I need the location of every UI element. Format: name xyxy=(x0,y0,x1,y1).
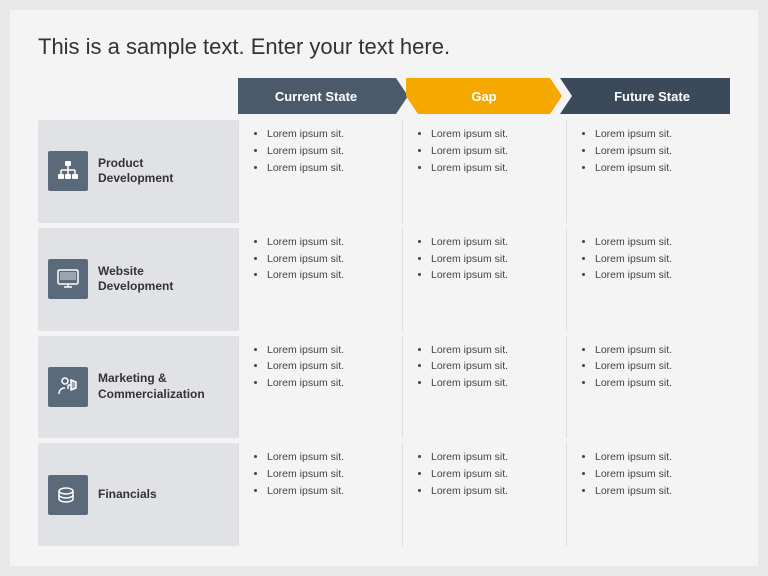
row-label-3: Financials xyxy=(38,443,238,546)
row-future-2: Lorem ipsum sit.Lorem ipsum sit.Lorem ip… xyxy=(566,336,730,439)
row-title-0: ProductDevelopment xyxy=(98,156,173,187)
row-icon-0 xyxy=(48,151,88,191)
row-icon-2 xyxy=(48,367,88,407)
table-row: Marketing &Commercialization Lorem ipsum… xyxy=(38,336,730,439)
row-current-0: Lorem ipsum sit.Lorem ipsum sit.Lorem ip… xyxy=(238,120,402,223)
data-rows: ProductDevelopment Lorem ipsum sit.Lorem… xyxy=(38,120,730,546)
row-gap-3: Lorem ipsum sit.Lorem ipsum sit.Lorem ip… xyxy=(402,443,566,546)
row-label-0: ProductDevelopment xyxy=(38,120,238,223)
header-future: Future State xyxy=(560,78,730,114)
row-current-1: Lorem ipsum sit.Lorem ipsum sit.Lorem ip… xyxy=(238,228,402,331)
row-future-3: Lorem ipsum sit.Lorem ipsum sit.Lorem ip… xyxy=(566,443,730,546)
row-current-3: Lorem ipsum sit.Lorem ipsum sit.Lorem ip… xyxy=(238,443,402,546)
row-title-2: Marketing &Commercialization xyxy=(98,371,205,402)
header-gap: Gap xyxy=(406,78,562,114)
row-gap-1: Lorem ipsum sit.Lorem ipsum sit.Lorem ip… xyxy=(402,228,566,331)
slide-title: This is a sample text. Enter your text h… xyxy=(38,34,730,60)
header-current: Current State xyxy=(238,78,408,114)
row-current-2: Lorem ipsum sit.Lorem ipsum sit.Lorem ip… xyxy=(238,336,402,439)
row-icon-3 xyxy=(48,475,88,515)
slide: This is a sample text. Enter your text h… xyxy=(10,10,758,566)
row-future-0: Lorem ipsum sit.Lorem ipsum sit.Lorem ip… xyxy=(566,120,730,223)
table-row: ProductDevelopment Lorem ipsum sit.Lorem… xyxy=(38,120,730,223)
row-gap-0: Lorem ipsum sit.Lorem ipsum sit.Lorem ip… xyxy=(402,120,566,223)
row-label-1: WebsiteDevelopment xyxy=(38,228,238,331)
row-label-2: Marketing &Commercialization xyxy=(38,336,238,439)
header-row: Current State Gap Future State xyxy=(238,78,730,114)
row-future-1: Lorem ipsum sit.Lorem ipsum sit.Lorem ip… xyxy=(566,228,730,331)
row-title-3: Financials xyxy=(98,487,157,503)
row-icon-1 xyxy=(48,259,88,299)
table-row: Financials Lorem ipsum sit.Lorem ipsum s… xyxy=(38,443,730,546)
row-gap-2: Lorem ipsum sit.Lorem ipsum sit.Lorem ip… xyxy=(402,336,566,439)
row-title-1: WebsiteDevelopment xyxy=(98,264,173,295)
table-row: WebsiteDevelopment Lorem ipsum sit.Lorem… xyxy=(38,228,730,331)
table-area: Current State Gap Future State ProductDe… xyxy=(38,78,730,546)
